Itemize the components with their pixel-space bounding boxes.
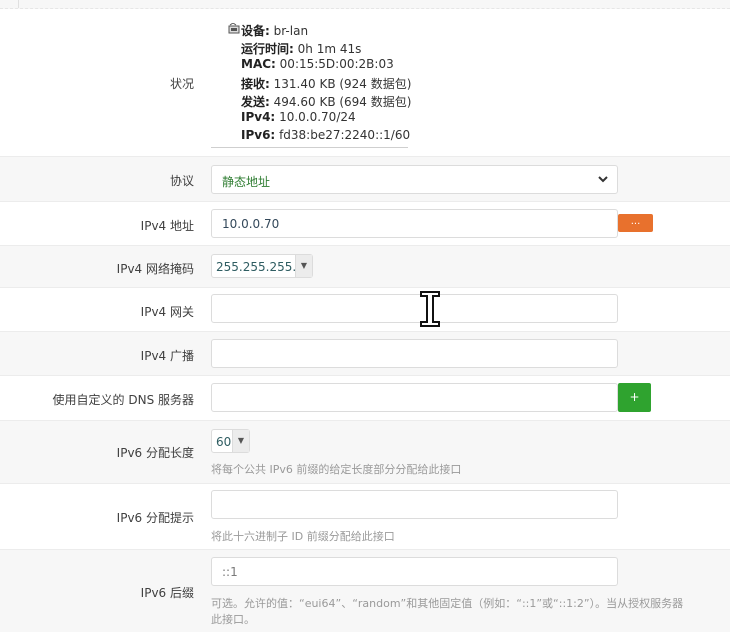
protocol-value: 静态地址 bbox=[222, 175, 271, 189]
status-tx: 发送: 494.60 KB (694 数据包) bbox=[241, 95, 412, 109]
add-dns-button[interactable]: + bbox=[618, 383, 651, 412]
ipv6-length-help: 将每个公共 IPv6 前缀的给定长度部分分配给此接口 bbox=[211, 463, 462, 476]
protocol-row: 协议 静态地址 bbox=[0, 157, 730, 202]
ipv6-suffix-help-cont: 此接口。 bbox=[211, 613, 255, 626]
ipv4-gateway-row: IPv4 网关 bbox=[0, 288, 730, 332]
divider bbox=[18, 0, 19, 8]
ipv6-hint-row: IPv6 分配提示 将此十六进制子 ID 前缀分配给此接口 bbox=[0, 484, 730, 550]
ipv6-suffix-help: 可选。允许的值：“eui64”、“random”和其他固定值（例如：“::1”或… bbox=[211, 597, 684, 610]
dns-input[interactable] bbox=[211, 383, 618, 412]
protocol-select[interactable]: 静态地址 bbox=[211, 165, 618, 194]
ipv4-gateway-input[interactable] bbox=[211, 294, 618, 323]
ipv6-suffix-value: ::1 bbox=[222, 565, 238, 579]
ipv4-gateway-label: IPv4 网关 bbox=[140, 305, 194, 319]
ipv4-broadcast-label: IPv4 广播 bbox=[140, 349, 194, 363]
text-cursor-icon bbox=[420, 291, 440, 327]
protocol-label: 协议 bbox=[169, 174, 194, 188]
ipv6-suffix-label: IPv6 后缀 bbox=[140, 586, 194, 600]
status-underline bbox=[211, 147, 408, 148]
ipv6-length-row: IPv6 分配长度 60 ▼ 将每个公共 IPv6 前缀的给定长度部分分配给此接… bbox=[0, 421, 730, 484]
ipv6-suffix-input[interactable]: ::1 bbox=[211, 557, 618, 586]
ipv6-hint-help: 将此十六进制子 ID 前缀分配给此接口 bbox=[211, 530, 395, 543]
status-uptime: 运行时间: 0h 1m 41s bbox=[241, 42, 362, 56]
status-ipv6: IPv6: fd38:be27:2240::1/60 bbox=[241, 128, 411, 142]
dropdown-arrow-icon: ▼ bbox=[232, 430, 249, 452]
ipv6-length-select[interactable]: 60 ▼ bbox=[211, 429, 250, 453]
ipv4-address-label: IPv4 地址 bbox=[140, 219, 194, 233]
ipv6-hint-label: IPv6 分配提示 bbox=[116, 511, 194, 525]
dns-label: 使用自定义的 DNS 服务器 bbox=[52, 393, 194, 407]
ipv4-address-more-button[interactable]: ... bbox=[618, 214, 653, 232]
status-label: 状况 bbox=[169, 77, 194, 91]
ipv4-address-value: 10.0.0.70 bbox=[222, 217, 280, 231]
status-rx: 接收: 131.40 KB (924 数据包) bbox=[241, 77, 412, 91]
ipv6-hint-input[interactable] bbox=[211, 490, 618, 519]
ipv4-broadcast-input[interactable] bbox=[211, 339, 618, 368]
status-mac: MAC: 00:15:5D:00:2B:03 bbox=[241, 57, 394, 71]
ipv4-broadcast-row: IPv4 广播 bbox=[0, 332, 730, 376]
ipv4-address-row: IPv4 地址 10.0.0.70 ... bbox=[0, 202, 730, 246]
dropdown-arrow-icon: ▼ bbox=[295, 255, 312, 277]
ipv4-address-input[interactable]: 10.0.0.70 bbox=[211, 209, 618, 238]
ipv4-netmask-row: IPv4 网络掩码 255.255.255.0 ▼ bbox=[0, 246, 730, 288]
status-row: 状况 设备: br-lan 运行时间: 0h 1m 41s MAC: 00:15… bbox=[0, 9, 730, 157]
ipv6-length-label: IPv6 分配长度 bbox=[116, 446, 194, 460]
dns-row: 使用自定义的 DNS 服务器 + bbox=[0, 376, 730, 421]
ipv6-suffix-row: IPv6 后缀 ::1 可选。允许的值：“eui64”、“random”和其他固… bbox=[0, 550, 730, 632]
ipv4-netmask-value: 255.255.255.0 bbox=[216, 260, 304, 274]
ipv4-netmask-select[interactable]: 255.255.255.0 ▼ bbox=[211, 254, 313, 278]
top-strip bbox=[0, 0, 730, 9]
status-ipv4: IPv4: 10.0.0.70/24 bbox=[241, 110, 356, 124]
chevron-down-icon bbox=[598, 176, 608, 183]
ipv6-length-value: 60 bbox=[216, 435, 232, 449]
status-device: 设备: br-lan bbox=[241, 24, 309, 38]
ipv4-netmask-label: IPv4 网络掩码 bbox=[116, 262, 194, 276]
network-port-icon bbox=[228, 23, 240, 34]
